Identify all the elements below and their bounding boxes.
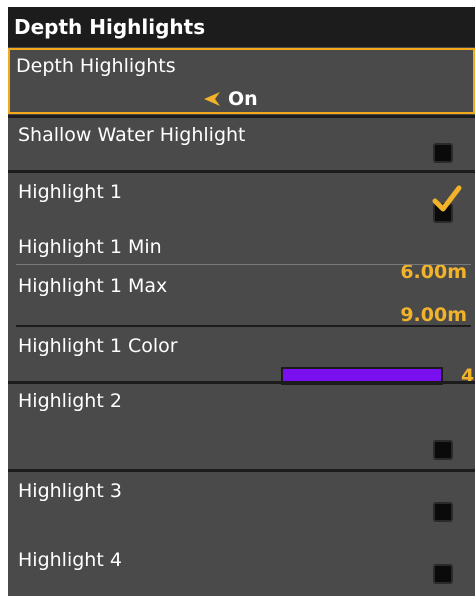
menu-item-label: Highlight 1 Max bbox=[18, 275, 168, 297]
menu-item-label: Highlight 1 Color bbox=[18, 335, 178, 357]
menu-item-label: Highlight 3 bbox=[18, 480, 122, 502]
menu-item-highlight-3[interactable]: Highlight 3 bbox=[8, 472, 475, 540]
menu-item-label: Highlight 2 bbox=[18, 390, 122, 412]
menu-item-highlight-1[interactable]: Highlight 1 bbox=[8, 173, 475, 228]
highlight-1-max-value: 9.00m bbox=[400, 304, 467, 326]
depth-highlights-menu: Depth Highlights Depth Highlights On Sha… bbox=[8, 7, 475, 596]
menu-title: Depth Highlights bbox=[8, 7, 475, 47]
menu-item-label: Highlight 4 bbox=[18, 549, 122, 571]
menu-item-value: On bbox=[228, 88, 258, 110]
menu-item-highlight-2[interactable]: Highlight 2 bbox=[8, 384, 475, 460]
menu-item-label: Highlight 1 Min bbox=[18, 236, 162, 258]
highlight-3-checkbox[interactable] bbox=[433, 502, 453, 522]
menu-item-shallow-water-highlight[interactable]: Shallow Water Highlight bbox=[8, 118, 475, 170]
menu-item-depth-highlights[interactable]: Depth Highlights On bbox=[8, 48, 475, 114]
shallow-water-checkbox[interactable] bbox=[433, 143, 453, 163]
menu-item-label: Shallow Water Highlight bbox=[18, 124, 246, 146]
menu-item-highlight-1-max[interactable]: Highlight 1 Max 9.00m bbox=[8, 265, 475, 332]
menu-item-highlight-1-color[interactable]: Highlight 1 Color 4 bbox=[8, 327, 475, 387]
menu-item-highlight-4[interactable]: Highlight 4 bbox=[8, 540, 475, 596]
checkmark-icon bbox=[432, 185, 462, 212]
highlight-2-checkbox[interactable] bbox=[433, 440, 453, 460]
menu-item-label: Depth Highlights bbox=[16, 55, 176, 77]
menu-item-label: Highlight 1 bbox=[18, 181, 122, 203]
highlight-4-checkbox[interactable] bbox=[433, 564, 453, 584]
left-arrow-icon[interactable] bbox=[204, 92, 220, 106]
